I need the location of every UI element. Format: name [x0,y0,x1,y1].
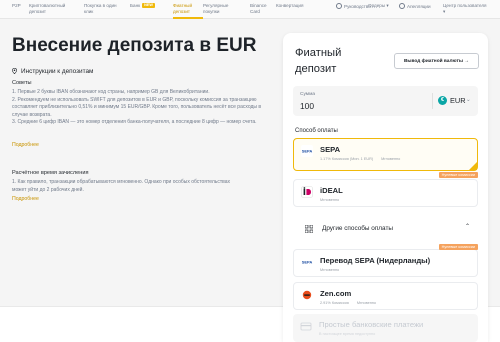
chevron-down-icon: ▾ [386,3,389,8]
method-fee: 2.91% Комиссия [320,301,349,305]
nav-item-fiat-deposit[interactable]: Фиатный депозит [173,3,205,14]
currency-code: EUR [450,96,466,105]
ideal-icon [301,186,313,198]
payment-method-sepa[interactable]: SEPA SEPA 1.17% Комиссия (Мин. 1 EUR) Мгн… [293,138,478,178]
more-link-time[interactable]: Подробнее [12,196,39,202]
tip-item: 2. Рекомендуем не использовать SWIFT для… [12,96,262,118]
svg-text:SEPA: SEPA [302,149,313,154]
other-payment-methods-toggle[interactable]: Другие способы оплаты ⌃ [293,217,478,241]
selected-corner-icon [469,162,477,170]
tips-list: 1. Первые 2 буквы IBAN обозначают код ст… [12,89,277,127]
appeal-icon [399,3,405,9]
nav-item-appeals[interactable]: Апелляции [399,3,431,10]
nav-item-guide[interactable]: Руководство [336,3,371,10]
tips-label: Советы [12,80,32,86]
method-fee: 1.17% Комиссия (Мин. 1 EUR) [320,157,374,161]
method-name: iDEAL [320,186,343,195]
instructions-heading-text: Инструкции к депозитам [21,68,94,75]
method-meta: В настоящее время недоступно [319,332,376,336]
euro-icon: € [438,96,447,105]
nav-appeals-label: Апелляции [407,4,431,9]
method-name: Простые банковские платежи [319,320,424,329]
zen-icon [301,289,313,301]
nav-user-label: Центр пользователя [443,3,487,8]
more-link-tips[interactable]: Подробнее [12,142,39,148]
zero-fee-tag: Нулевые комиссии [438,172,478,178]
svg-text:SEPA: SEPA [302,260,313,265]
amount-input[interactable]: 100 [300,101,314,111]
instructions-panel: Внесение депозита в EUR Инструкции к деп… [0,19,280,342]
nav-guide-label: Руководство [344,4,371,9]
settlement-time-list: 1. Как правило, транзакции обрабатываютс… [12,179,242,194]
grid-icon [305,225,313,233]
bank-card-icon [300,322,312,331]
fiat-deposit-card: Фиатный депозит Вывод фиатной валюты → С… [283,33,488,342]
page-title: Внесение депозита в EUR [12,35,257,56]
nav-bank-label: Банк [130,3,141,8]
method-name: Zen.com [320,289,352,298]
nav-item-user-center[interactable]: Центр пользователя ▾ [443,3,487,14]
amount-field[interactable]: Сумма 100 € EUR ⌄ [293,86,478,116]
chevron-down-icon: ⌄ [466,97,471,103]
other-methods-label: Другие способы оплаты [322,225,393,232]
method-speed: Мгновенно [381,157,401,161]
method-speed: Мгновенно [356,301,377,305]
instructions-heading: Инструкции к депозитам [12,68,93,76]
method-meta: Мгновенно [320,198,347,202]
method-meta: Мгновенно [320,268,347,272]
method-speed: Мгновенно [320,268,340,272]
time-item: 1. Как правило, транзакции обрабатываютс… [12,179,231,193]
method-meta: 1.17% Комиссия (Мин. 1 EUR) Мгновенно [320,157,408,161]
new-badge: NEW [142,3,155,8]
sepa-icon: SEPA [301,256,313,268]
sepa-icon: SEPA [301,145,313,157]
method-name: Перевод SEPA (Нидерланды) [320,256,431,265]
settlement-time-label: Расчётное время зачисления [12,170,89,176]
amount-label: Сумма [300,92,316,97]
payment-method-zen[interactable]: Zen.com 2.91% Комиссия Мгновенно [293,282,478,310]
method-speed: Мгновенно [320,198,340,202]
nav-item-p2p[interactable]: P2P [12,3,21,9]
payment-method-label: Способ оплаты [295,128,338,134]
nav-item-orders[interactable]: Ордеры ▾ [368,3,389,9]
currency-select[interactable]: € EUR ⌄ [432,93,472,109]
withdraw-fiat-button[interactable]: Вывод фиатной валюты → [394,53,479,69]
payment-method-simple-bank: Простые банковские платежи В настоящее в… [293,314,478,342]
top-navigation: P2P Криптовалютный депозит Покупка в оди… [0,0,500,19]
nav-item-one-click-buy[interactable]: Покупка в один клик [84,3,124,14]
chevron-down-icon: ▾ [443,8,446,14]
card-title: Фиатный депозит [295,47,342,75]
zero-fee-tag: Нулевые комиссии [438,244,478,250]
nav-item-convert[interactable]: Конвертация [276,3,303,9]
nav-item-recurring-buy[interactable]: Регулярные покупки [203,3,243,14]
location-pin-icon [12,68,17,74]
chevron-up-icon: ⌃ [464,224,470,230]
method-meta: 2.91% Комиссия Мгновенно [320,301,384,305]
nav-item-binance-card[interactable]: Binance Card [250,3,268,14]
tip-item: 3. Средние 6 цифр IBAN — это номер отдел… [12,119,257,126]
nav-item-crypto-deposit[interactable]: Криптовалютный депозит [29,3,77,14]
payment-method-sepa-nl[interactable]: SEPA Перевод SEPA (Нидерланды) Мгновенно… [293,244,478,277]
nav-orders-label: Ордеры [368,3,386,8]
nav-item-bank[interactable]: Банк NEW [130,3,155,9]
payment-method-ideal[interactable]: iDEAL Мгновенно [293,179,478,207]
method-name: SEPA [320,145,341,154]
guide-icon [336,3,342,9]
tip-item: 1. Первые 2 буквы IBAN обозначают код ст… [12,89,210,95]
